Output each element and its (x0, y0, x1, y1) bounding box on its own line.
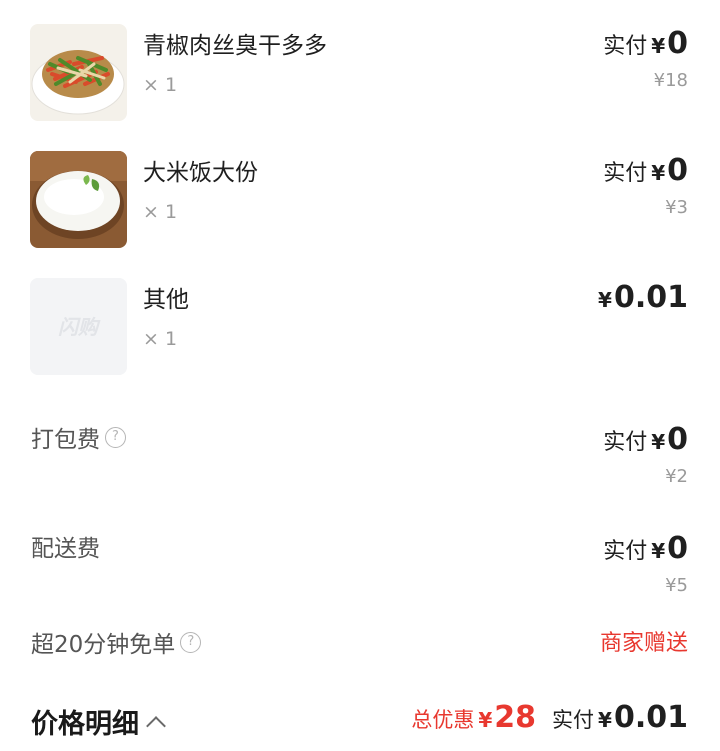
delivery-fee-label: 配送费 (31, 529, 100, 563)
dish-thumbnail (30, 151, 127, 248)
price-detail-toggle[interactable]: 价格明细 (31, 702, 166, 741)
paid-amount: 0 (667, 26, 688, 61)
price-detail-summary: 价格明细 总优惠 ¥ 28 实付 ¥ 0.01 (0, 700, 720, 748)
placeholder-logo-text: 闪购 (58, 315, 101, 339)
paid-label: 实付 (603, 161, 648, 186)
free-order-row: 超20分钟免单 ? 商家赠送 (0, 625, 720, 665)
yen-symbol: ¥ (598, 708, 612, 732)
yen-symbol: ¥ (478, 708, 493, 732)
placeholder-logo-icon: 闪购 (30, 278, 127, 375)
original-price: ¥2 (665, 466, 688, 487)
item-paid-price: 实付 ¥ 0 (603, 26, 688, 61)
placeholder-thumbnail: 闪购 (30, 278, 127, 375)
item-name: 青椒肉丝臭干多多 (143, 33, 327, 59)
total-paid-label: 实付 (552, 708, 595, 732)
paid-amount: 0 (667, 153, 688, 188)
yen-symbol: ¥ (651, 430, 666, 454)
original-price: ¥5 (665, 575, 688, 596)
item-name: 其他 (143, 287, 189, 313)
fee-paid-price: 实付 ¥ 0 (603, 422, 688, 457)
yen-symbol: ¥ (651, 161, 666, 185)
free-order-label-text: 超20分钟免单 (31, 632, 176, 658)
item-quantity: × 1 (143, 328, 178, 350)
item-name: 大米饭大份 (143, 160, 258, 186)
stir-fry-dish-image (30, 24, 127, 121)
packaging-fee-row: 打包费 ? 实付 ¥ 0 ¥2 (0, 420, 720, 500)
delivery-fee-row: 配送费 实付 ¥ 0 ¥5 (0, 529, 720, 609)
item-paid-price: 实付 ¥ 0 (603, 153, 688, 188)
merchant-gift-text: 商家赠送 (599, 631, 688, 656)
packaging-fee-label: 打包费 ? (31, 420, 126, 454)
item-quantity: × 1 (143, 74, 178, 96)
fee-paid-price: 实付 ¥ 0 (603, 531, 688, 566)
summary-totals: 总优惠 ¥ 28 实付 ¥ 0.01 (411, 700, 688, 735)
original-price: ¥18 (653, 70, 688, 91)
price-detail-title: 价格明细 (31, 709, 139, 740)
price-amount: 0.01 (613, 280, 688, 315)
total-discount-label: 总优惠 (411, 708, 475, 732)
paid-label: 实付 (603, 34, 648, 59)
item-quantity: × 1 (143, 201, 178, 223)
question-circle-icon[interactable]: ? (180, 631, 202, 653)
dish-thumbnail (30, 24, 127, 121)
item-price: ¥ 0.01 (594, 280, 688, 315)
paid-label: 实付 (603, 539, 648, 564)
total-paid-amount: 0.01 (613, 700, 688, 735)
question-circle-icon[interactable]: ? (105, 426, 126, 448)
rice-bowl-image (30, 151, 127, 248)
original-price: ¥3 (665, 197, 688, 218)
total-discount-amount: 28 (494, 700, 537, 735)
order-item-row: 闪购 其他 × 1 ¥ 0.01 (0, 278, 720, 378)
paid-amount: 0 (667, 422, 688, 457)
free-order-label: 超20分钟免单 ? (31, 625, 202, 659)
yen-symbol: ¥ (651, 34, 666, 58)
yen-symbol: ¥ (598, 288, 612, 312)
fee-label-text: 配送费 (31, 536, 100, 562)
chevron-up-icon (146, 715, 166, 736)
yen-symbol: ¥ (651, 539, 666, 563)
paid-label: 实付 (603, 430, 648, 455)
paid-amount: 0 (667, 531, 688, 566)
fee-label-text: 打包费 (31, 427, 100, 453)
order-item-row: 青椒肉丝臭干多多 × 1 实付 ¥ 0 ¥18 (0, 24, 720, 124)
order-item-row: 大米饭大份 × 1 实付 ¥ 0 ¥3 (0, 151, 720, 251)
